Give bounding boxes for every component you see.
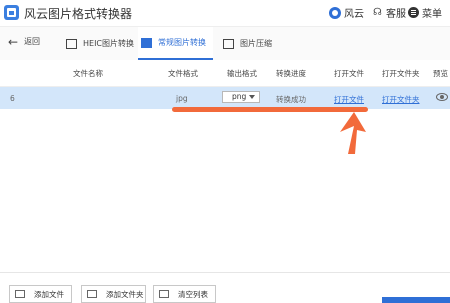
- customer-service-button[interactable]: ☊ 客服: [372, 5, 406, 20]
- header-open-file: 打开文件: [334, 69, 364, 78]
- add-folder-button[interactable]: 添加文件夹: [81, 285, 146, 303]
- footer-toolbar: 添加文件 添加文件夹 清空列表: [0, 272, 450, 303]
- annotation-underline: [172, 107, 368, 112]
- image-compress-icon: [223, 38, 234, 49]
- tab-compress-label: 图片压缩: [240, 39, 272, 48]
- app-logo-icon: [4, 5, 19, 20]
- clear-list-button[interactable]: 清空列表: [153, 285, 216, 303]
- image-convert-icon: [141, 37, 152, 48]
- header-preview: 预览: [433, 69, 448, 78]
- trash-icon: [159, 290, 169, 298]
- tab-heic-convert[interactable]: HEIC图片转换: [66, 27, 134, 60]
- add-file-label: 添加文件: [34, 289, 64, 299]
- header-open-folder: 打开文件夹: [382, 69, 420, 78]
- table-row[interactable]: 6 jpg png 转换成功 打开文件 打开文件夹: [0, 87, 450, 109]
- table-header: 文件名称 文件格式 输出格式 转换进度 打开文件 打开文件夹 预览: [0, 60, 450, 87]
- tab-normal-label: 常规图片转换: [158, 38, 206, 47]
- tab-normal-convert[interactable]: 常规图片转换: [138, 27, 213, 60]
- nav-bar: ← 返回 HEIC图片转换 常规图片转换 图片压缩: [0, 26, 450, 61]
- start-convert-button[interactable]: [382, 297, 450, 303]
- output-format-select[interactable]: png: [222, 91, 260, 103]
- back-button[interactable]: ← 返回: [8, 34, 41, 49]
- back-arrow-icon: ←: [8, 34, 19, 49]
- row-progress: 转换成功: [276, 95, 306, 104]
- headset-icon: ☊: [373, 7, 382, 18]
- add-file-button[interactable]: 添加文件: [9, 285, 72, 303]
- header-file-name: 文件名称: [73, 69, 103, 78]
- add-folder-label: 添加文件夹: [106, 289, 144, 299]
- add-file-icon: [15, 290, 25, 298]
- fengyun-label: 风云: [344, 9, 364, 20]
- row-file-format: jpg: [176, 94, 188, 103]
- preview-eye-icon[interactable]: [436, 93, 448, 101]
- header-file-format: 文件格式: [168, 69, 198, 78]
- customer-service-label: 客服: [386, 9, 406, 20]
- title-bar: 风云图片格式转换器 风云 ☊ 客服 菜单: [0, 0, 450, 26]
- open-folder-link[interactable]: 打开文件夹: [382, 94, 420, 105]
- clear-list-label: 清空列表: [178, 289, 208, 299]
- folder-icon: [87, 290, 97, 298]
- menu-label: 菜单: [422, 9, 442, 20]
- header-progress: 转换进度: [276, 69, 306, 78]
- row-index: 6: [10, 94, 15, 103]
- fengyun-button[interactable]: 风云: [329, 5, 364, 20]
- app-title: 风云图片格式转换器: [24, 7, 133, 21]
- output-format-value: png: [232, 92, 247, 101]
- chevron-down-icon: [249, 95, 255, 99]
- menu-icon: [408, 7, 419, 18]
- heic-image-icon: [66, 38, 77, 49]
- header-output-format: 输出格式: [227, 69, 257, 78]
- back-label: 返回: [24, 37, 41, 46]
- fengyun-logo-icon: [329, 6, 341, 19]
- open-file-link[interactable]: 打开文件: [334, 94, 364, 105]
- menu-button[interactable]: 菜单: [408, 5, 442, 20]
- tab-compress[interactable]: 图片压缩: [223, 27, 272, 60]
- tab-heic-label: HEIC图片转换: [83, 39, 135, 48]
